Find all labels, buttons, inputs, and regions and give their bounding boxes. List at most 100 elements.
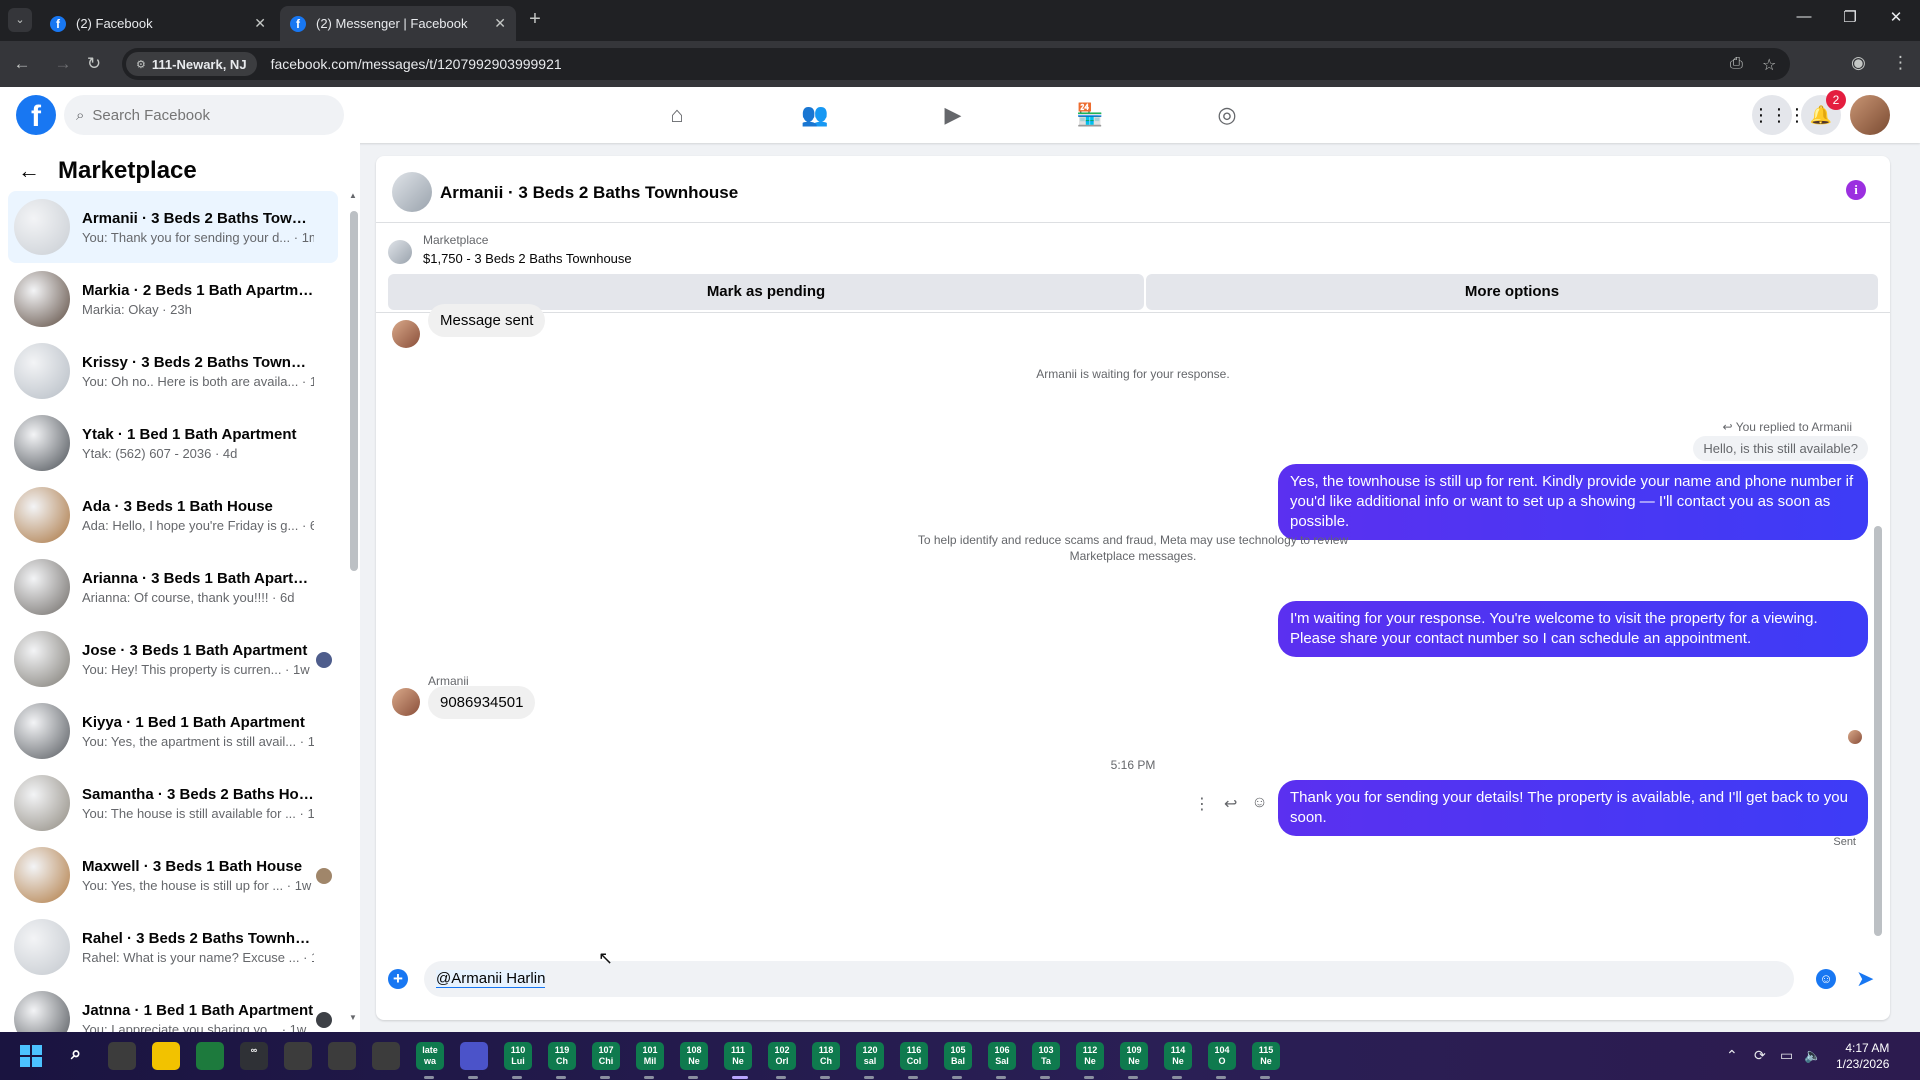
scrollbar-thumb[interactable] xyxy=(350,211,358,571)
minimize-button[interactable]: — xyxy=(1784,8,1824,25)
close-tab-icon[interactable]: ✕ xyxy=(254,15,266,32)
taskbar-app-icon[interactable]: 101 Mil xyxy=(636,1042,664,1070)
taskbar-app-icon[interactable]: 114 Ne xyxy=(1164,1042,1192,1070)
volume-icon[interactable]: 🔈 xyxy=(1804,1047,1821,1064)
close-tab-icon[interactable]: ✕ xyxy=(494,15,506,32)
menu-grid-icon[interactable]: ⋮⋮⋮ xyxy=(1752,95,1806,135)
video-icon[interactable]: ▶ xyxy=(938,101,968,129)
facebook-logo[interactable]: f xyxy=(16,95,56,135)
bookmark-star-icon[interactable]: ☆ xyxy=(1762,55,1776,75)
back-icon[interactable]: ← xyxy=(11,54,33,74)
taskbar-app-icon[interactable]: 104 O xyxy=(1208,1042,1236,1070)
taskbar-app-icon[interactable] xyxy=(108,1042,136,1070)
conversation-item[interactable]: Rahel · 3 Beds 2 Baths Townhouse Rahel: W… xyxy=(8,911,338,983)
conversation-list-scrollbar[interactable]: ▲ ▼ xyxy=(349,191,358,1022)
back-arrow-icon[interactable]: ← xyxy=(18,158,40,184)
conversation-item[interactable]: Kiyya · 1 Bed 1 Bath Apartment You: Yes, … xyxy=(8,695,338,767)
reply-icon[interactable]: ↩ xyxy=(1224,794,1237,814)
conversation-text: Samantha · 3 Beds 2 Baths House You: The … xyxy=(82,786,314,821)
account-avatar[interactable] xyxy=(1850,95,1890,135)
more-actions-icon[interactable]: ⋮ xyxy=(1194,794,1210,814)
restore-button[interactable]: ❐ xyxy=(1830,8,1870,26)
message-bubble-outgoing[interactable]: Yes, the townhouse is still up for rent.… xyxy=(1278,464,1868,540)
tab-search-button[interactable]: ⌄ xyxy=(8,8,32,32)
message-bubble-incoming[interactable]: Message sent xyxy=(428,304,546,337)
emoji-icon[interactable]: ☺ xyxy=(1816,969,1836,989)
more-options-button[interactable]: More options xyxy=(1146,274,1878,310)
message-input[interactable]: @Armanii Harlin xyxy=(424,961,1794,997)
network-icon[interactable]: ▭ xyxy=(1780,1047,1793,1064)
site-info-chip[interactable]: ⚙ 111-Newark, NJ xyxy=(126,52,257,76)
message-bubble-incoming[interactable]: 9086934501 xyxy=(428,686,536,719)
taskbar-app-icon[interactable]: 118 Ch xyxy=(812,1042,840,1070)
taskbar-app-icon[interactable]: 115 Ne xyxy=(1252,1042,1280,1070)
taskbar-app-icon[interactable]: late wa xyxy=(416,1042,444,1070)
friends-icon[interactable]: 👥 xyxy=(800,101,830,129)
taskbar-app-icon[interactable]: 109 Ne xyxy=(1120,1042,1148,1070)
search-icon[interactable]: ⌕ xyxy=(62,1042,90,1070)
conversation-item[interactable]: Samantha · 3 Beds 2 Baths House You: The … xyxy=(8,767,338,839)
taskbar-app-icon[interactable]: 102 Orl xyxy=(768,1042,796,1070)
browser-profile-icon[interactable]: ◉ xyxy=(1851,53,1866,73)
taskbar-app-icon[interactable]: 112 Ne xyxy=(1076,1042,1104,1070)
address-bar[interactable]: ⚙ 111-Newark, NJ facebook.com/messages/t… xyxy=(122,48,1790,80)
browser-tab-messenger[interactable]: f (2) Messenger | Facebook ✕ xyxy=(280,6,516,41)
chat-scrollbar[interactable] xyxy=(1874,326,1882,946)
groups-icon[interactable]: ◎ xyxy=(1212,101,1242,129)
conversation-item[interactable]: Ada · 3 Beds 1 Bath House Ada: Hello, I h… xyxy=(8,479,338,551)
taskbar-app-icon[interactable] xyxy=(284,1042,312,1070)
forward-icon[interactable]: → xyxy=(52,54,74,74)
scroll-down-icon[interactable]: ▼ xyxy=(349,1013,357,1022)
conversation-item[interactable]: Markia · 2 Beds 1 Bath Apartment Markia: … xyxy=(8,263,338,335)
browser-menu-icon[interactable]: ⋮ xyxy=(1892,53,1909,73)
install-app-icon[interactable]: ⎙ xyxy=(1730,55,1743,73)
search-input[interactable] xyxy=(92,106,313,124)
sender-avatar[interactable] xyxy=(392,688,420,716)
show-hidden-icons-icon[interactable]: ⌃ xyxy=(1726,1047,1738,1064)
home-icon[interactable]: ⌂ xyxy=(662,101,692,129)
scroll-up-icon[interactable]: ▲ xyxy=(349,191,357,200)
taskbar-app-icon[interactable]: 110 Lui xyxy=(504,1042,532,1070)
marketplace-icon[interactable]: 🏪 xyxy=(1075,101,1105,129)
windows-start-icon[interactable] xyxy=(20,1045,42,1067)
browser-tab-facebook[interactable]: f (2) Facebook ✕ xyxy=(40,6,276,41)
taskbar-app-icon[interactable]: 111 Ne xyxy=(724,1042,752,1070)
conversation-item[interactable]: Jose · 3 Beds 1 Bath Apartment You: Hey! … xyxy=(8,623,338,695)
taskbar-app-icon[interactable]: 108 Ne xyxy=(680,1042,708,1070)
taskbar-app-icon[interactable]: 116 Col xyxy=(900,1042,928,1070)
taskbar-app-icon[interactable]: ∞ xyxy=(240,1042,268,1070)
new-tab-button[interactable]: + xyxy=(522,8,548,31)
react-emoji-icon[interactable]: ☺ xyxy=(1251,794,1267,814)
taskbar-app-icon[interactable]: 119 Ch xyxy=(548,1042,576,1070)
taskbar-app-icon[interactable]: 120 sal xyxy=(856,1042,884,1070)
info-icon[interactable]: i xyxy=(1846,180,1866,200)
taskbar-app-icon[interactable] xyxy=(152,1042,180,1070)
conversation-item[interactable]: Ytak · 1 Bed 1 Bath Apartment Ytak: (562)… xyxy=(8,407,338,479)
conversation-item[interactable]: Maxwell · 3 Beds 1 Bath House You: Yes, t… xyxy=(8,839,338,911)
taskbar-app-icon[interactable]: 106 Sal xyxy=(988,1042,1016,1070)
reload-icon[interactable]: ↻ xyxy=(83,54,105,74)
system-clock[interactable]: 4:17 AM 1/23/2026 xyxy=(1836,1040,1889,1072)
window-close-button[interactable]: ✕ xyxy=(1876,8,1916,26)
conversation-item[interactable]: Arianna · 3 Beds 1 Bath Apartment Arianna… xyxy=(8,551,338,623)
message-bubble-outgoing[interactable]: Thank you for sending your details! The … xyxy=(1278,780,1868,836)
taskbar-app-icon[interactable]: 105 Bal xyxy=(944,1042,972,1070)
search-box[interactable]: ⌕ xyxy=(64,95,344,135)
chat-title[interactable]: Armanii · 3 Beds 2 Baths Townhouse xyxy=(440,183,738,203)
conversation-item[interactable]: Krissy · 3 Beds 2 Baths Townhouse You: Oh… xyxy=(8,335,338,407)
listing-thumbnail[interactable] xyxy=(392,172,432,212)
sender-avatar[interactable] xyxy=(392,320,420,348)
send-icon[interactable]: ➤ xyxy=(1856,966,1874,992)
taskbar-app-icon[interactable] xyxy=(460,1042,488,1070)
taskbar-app-icon[interactable] xyxy=(196,1042,224,1070)
taskbar-app-icon[interactable] xyxy=(328,1042,356,1070)
taskbar-app-icon[interactable]: 107 Chi xyxy=(592,1042,620,1070)
add-attachment-icon[interactable]: + xyxy=(388,969,408,989)
taskbar-app-icon[interactable]: 103 Ta xyxy=(1032,1042,1060,1070)
taskbar-app-icon[interactable] xyxy=(372,1042,400,1070)
scrollbar-thumb[interactable] xyxy=(1874,526,1882,936)
message-bubble-outgoing[interactable]: I'm waiting for your response. You're we… xyxy=(1278,601,1868,657)
quoted-message[interactable]: Hello, is this still available? xyxy=(1693,436,1868,461)
conversation-item[interactable]: Armanii · 3 Beds 2 Baths Townh... You: Th… xyxy=(8,191,338,263)
sync-icon[interactable]: ⟳ xyxy=(1754,1047,1766,1064)
